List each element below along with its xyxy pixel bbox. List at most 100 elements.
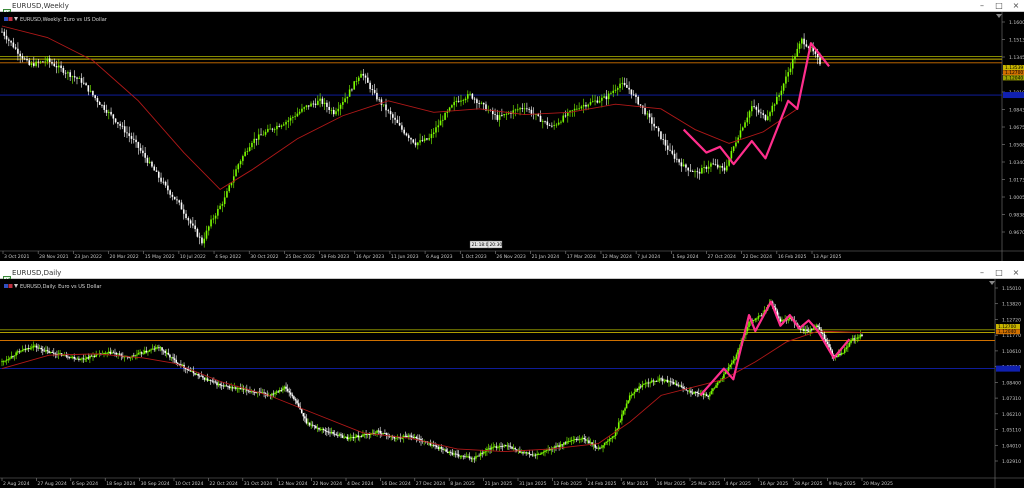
- daily-window-titlebar[interactable]: EURUSD,Daily – □ ×: [0, 267, 1024, 284]
- chart-label: EURUSD,Weekly: Euro vs US Dollar: [20, 17, 108, 23]
- close-button[interactable]: ×: [1012, 2, 1020, 10]
- candle-body: [294, 116, 296, 118]
- candle-body: [619, 83, 621, 89]
- candle-body: [469, 93, 471, 95]
- minimize-button[interactable]: –: [978, 269, 986, 277]
- time-tick-label: 7 Jul 2024: [637, 254, 660, 260]
- candle-body: [487, 448, 490, 450]
- candle-body: [89, 90, 92, 92]
- candle-body: [490, 447, 493, 450]
- candle-body: [185, 213, 187, 219]
- time-tick-label: 21 Jan 2024: [532, 254, 560, 260]
- candle-body: [385, 104, 387, 111]
- candle-body: [595, 447, 598, 449]
- candle-body: [289, 392, 292, 395]
- daily-chart-window[interactable]: EURUSD,Daily – □ × 1.15010 1.13820 1.12720…: [0, 267, 1024, 488]
- candle-body: [310, 103, 312, 107]
- candle-body: [285, 121, 287, 125]
- candle-body: [836, 356, 838, 358]
- candle-body: [482, 451, 485, 454]
- daily-candlestick-chart[interactable]: 1.150101.138201.127201.117701.106101.095…: [0, 279, 1024, 488]
- candle: [655, 126, 658, 129]
- candle-body: [158, 347, 160, 349]
- candle-body: [111, 352, 113, 354]
- candle-body: [630, 89, 633, 95]
- maximize-button[interactable]: □: [995, 269, 1003, 277]
- candle-body: [503, 445, 505, 447]
- candle-body: [646, 382, 648, 384]
- price-tick-label: 0.98380: [1009, 213, 1024, 219]
- candle-body: [296, 113, 299, 117]
- candle-body: [277, 391, 280, 393]
- candle-body: [605, 96, 608, 100]
- close-button[interactable]: ×: [1012, 269, 1020, 277]
- price-tag-label: 1.12040: [1005, 75, 1023, 81]
- candle-body: [752, 319, 755, 322]
- candle-body: [60, 65, 62, 69]
- candle-body: [789, 317, 791, 320]
- candle-body: [241, 388, 243, 390]
- candle-body: [340, 434, 342, 436]
- price-tick-label: 1.15010: [1002, 286, 1021, 292]
- candle-body: [165, 352, 168, 354]
- candle-body: [67, 356, 69, 358]
- candle-body: [384, 433, 386, 434]
- candle-body: [197, 374, 199, 376]
- candle-body: [624, 408, 626, 411]
- candle-body: [255, 138, 258, 140]
- candle-body: [34, 345, 36, 347]
- maximize-button[interactable]: □: [995, 2, 1003, 10]
- candle-body: [439, 447, 441, 449]
- candle-body: [3, 31, 6, 36]
- price-tag: 1.12700: [1003, 70, 1024, 76]
- candle-body: [506, 445, 509, 447]
- candle-body: [582, 104, 585, 107]
- candle-body: [676, 158, 678, 160]
- candle-body: [7, 359, 10, 361]
- candle-body: [212, 218, 215, 220]
- candle-body: [349, 437, 352, 439]
- candle-body: [589, 442, 592, 444]
- candle-body: [78, 78, 81, 79]
- candle-body: [326, 102, 328, 107]
- candle-body: [456, 453, 458, 455]
- candle-body: [672, 382, 675, 384]
- weekly-candlestick-chart[interactable]: 1.160001.151301.134501.117701.101001.084…: [0, 12, 1024, 261]
- candle-body: [403, 129, 405, 134]
- candle-body: [721, 166, 724, 168]
- chart-window-icon: [3, 2, 11, 17]
- candle-body: [442, 119, 444, 121]
- candle-body: [396, 119, 399, 123]
- candle-body: [546, 121, 549, 126]
- candle-body: [762, 113, 764, 115]
- candle-body: [712, 388, 714, 392]
- candle-body: [348, 437, 350, 440]
- candle-body: [169, 190, 171, 195]
- candle-body: [610, 437, 612, 440]
- candle-body: [478, 455, 480, 457]
- candle-body: [228, 185, 231, 192]
- candle-body: [610, 92, 612, 94]
- candle-body: [539, 453, 542, 455]
- candle-body: [401, 438, 403, 439]
- candle-body: [572, 439, 575, 441]
- candle-body: [312, 103, 315, 105]
- candle-body: [71, 76, 74, 78]
- candle-body: [707, 166, 710, 169]
- candle-body: [132, 138, 135, 140]
- candle-body: [85, 83, 87, 86]
- candle-body: [476, 99, 478, 104]
- candle-body: [421, 140, 424, 142]
- candle-body: [451, 452, 454, 455]
- chart-label-group: EURUSD,Weekly: Euro vs US Dollar: [4, 17, 108, 23]
- candle-body: [217, 383, 220, 386]
- candle-body: [293, 396, 295, 400]
- price-tick-label: 1.05110: [1002, 428, 1021, 434]
- minimize-button[interactable]: –: [978, 2, 986, 10]
- weekly-chart-window[interactable]: EURUSD,Weekly – □ × 1.16000 1.15130 1.1345…: [0, 0, 1024, 261]
- candle-body: [16, 351, 19, 353]
- candle-body: [627, 400, 629, 404]
- candle-body: [330, 432, 333, 434]
- weekly-window-titlebar[interactable]: EURUSD,Weekly – □ ×: [0, 0, 1024, 17]
- candle-body: [348, 89, 351, 97]
